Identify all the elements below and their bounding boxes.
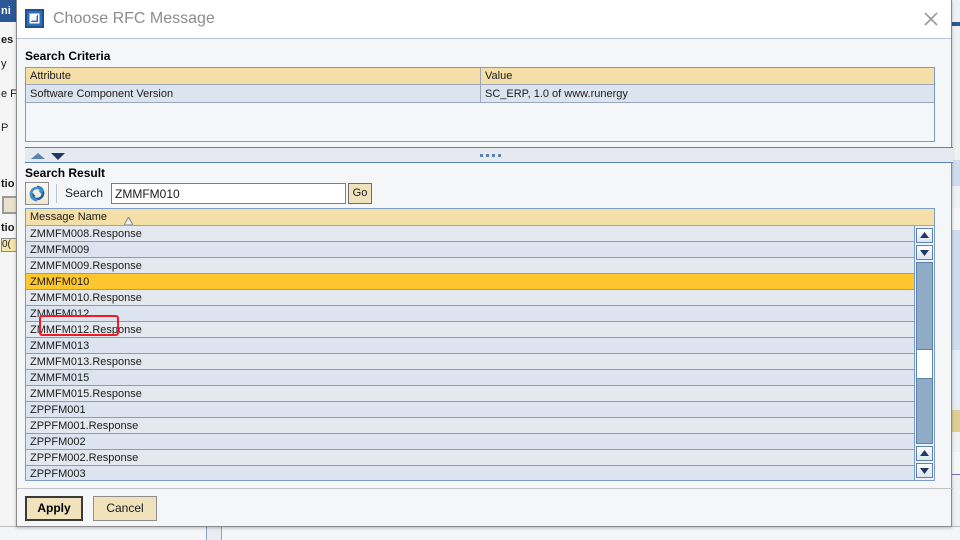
scroll-up-icon[interactable] <box>916 228 933 243</box>
cancel-button[interactable]: Cancel <box>93 496 157 521</box>
search-criteria-table: Attribute Value Software Component Versi… <box>25 67 935 142</box>
refresh-icon[interactable] <box>25 182 49 205</box>
results-list[interactable]: ZMMFM008.ResponseZMMFM009ZMMFM009.Respon… <box>26 226 914 480</box>
search-result-table: Message Name ZMMFM008.ResponseZMMFM009ZM… <box>25 208 935 481</box>
column-header-label: Message Name <box>30 211 107 223</box>
scroll-down-icon[interactable] <box>916 463 933 478</box>
list-item[interactable]: ZMMFM015.Response <box>26 386 914 402</box>
list-item[interactable]: ZMMFM010.Response <box>26 290 914 306</box>
scrollbar-track[interactable] <box>916 262 933 444</box>
search-criteria-heading: Search Criteria <box>25 49 110 63</box>
table-row[interactable]: Software Component Version SC_ERP, 1.0 o… <box>26 85 934 103</box>
list-item[interactable]: ZMMFM008.Response <box>26 226 914 242</box>
list-item[interactable]: ZMMFM009.Response <box>26 258 914 274</box>
list-item[interactable]: ZMMFM012 <box>26 306 914 322</box>
list-item[interactable]: ZPPFM001.Response <box>26 418 914 434</box>
list-item[interactable]: ZMMFM013 <box>26 338 914 354</box>
search-result-heading: Search Result <box>25 166 105 180</box>
search-label: Search <box>65 185 103 202</box>
list-item[interactable]: ZMMFM010 <box>26 274 914 290</box>
rfc-message-icon <box>25 9 44 28</box>
list-item[interactable]: ZMMFM012.Response <box>26 322 914 338</box>
cell-value: SC_ERP, 1.0 of www.runergy <box>481 85 934 103</box>
list-item[interactable]: ZMMFM009 <box>26 242 914 258</box>
footer-divider <box>17 488 953 489</box>
dialog-titlebar: Choose RFC Message <box>17 0 951 39</box>
list-item[interactable]: ZPPFM002 <box>26 434 914 450</box>
search-criteria-empty-area <box>26 103 934 141</box>
close-icon[interactable] <box>919 7 943 31</box>
dialog-content: Search Criteria Attribute Value Software… <box>17 39 951 527</box>
vertical-scrollbar[interactable] <box>914 226 934 480</box>
splitter-grip-icon <box>480 154 506 157</box>
column-header-value[interactable]: Value <box>481 68 934 85</box>
list-item[interactable]: ZPPFM003 <box>26 466 914 480</box>
splitter-collapse-arrows[interactable] <box>29 150 71 164</box>
scroll-up-icon[interactable] <box>916 446 933 461</box>
column-header-attribute[interactable]: Attribute <box>26 68 481 85</box>
choose-rfc-message-dialog: Choose RFC Message Search Criteria Attri… <box>16 0 952 527</box>
search-criteria-header-row: Attribute Value <box>26 68 934 85</box>
column-header-message-name[interactable]: Message Name <box>26 209 934 226</box>
cell-attribute: Software Component Version <box>26 85 481 103</box>
toolbar-separator <box>56 184 57 203</box>
scroll-down-icon[interactable] <box>916 245 933 260</box>
search-input[interactable] <box>111 183 346 204</box>
go-button[interactable]: Go <box>348 183 372 204</box>
list-item[interactable]: ZMMFM013.Response <box>26 354 914 370</box>
panel-splitter[interactable] <box>25 147 953 163</box>
list-item[interactable]: ZMMFM015 <box>26 370 914 386</box>
list-item[interactable]: ZPPFM002.Response <box>26 450 914 466</box>
dialog-title: Choose RFC Message <box>53 8 215 30</box>
background-bottom-strip <box>0 526 960 540</box>
list-item[interactable]: ZPPFM001 <box>26 402 914 418</box>
background-bottom-divider <box>206 527 222 540</box>
apply-button[interactable]: Apply <box>25 496 83 521</box>
scrollbar-thumb[interactable] <box>917 349 932 379</box>
